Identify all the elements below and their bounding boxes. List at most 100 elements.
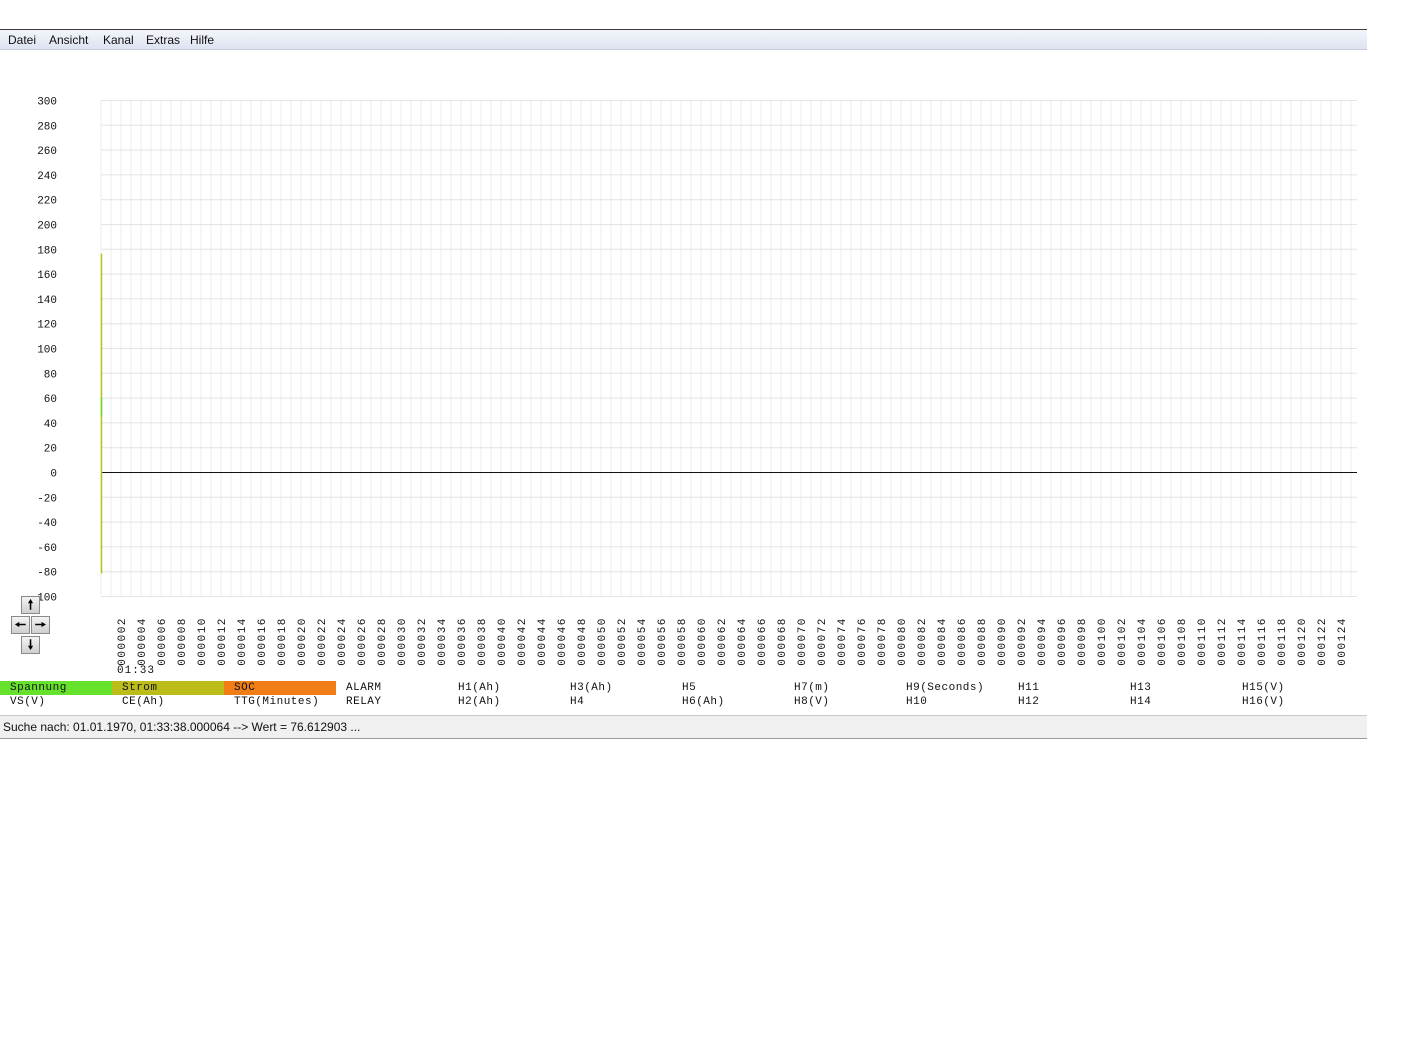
channel-item[interactable]: SOC xyxy=(224,681,336,695)
x-tick-label: 38.000010 xyxy=(197,617,209,669)
channel-item[interactable]: H6(Ah) xyxy=(672,695,784,709)
status-text: Suche nach: 01.01.1970, 01:33:38.000064 … xyxy=(3,720,361,734)
navigation-pad: 🠕 🠔 🠖 🠗 xyxy=(10,596,52,656)
arrow-down-icon[interactable]: 🠗 xyxy=(21,636,40,654)
x-tick-label: 38.000084 xyxy=(937,617,949,669)
x-tick-label: 38.000112 xyxy=(1217,617,1229,669)
channel-item[interactable]: Strom xyxy=(112,681,224,695)
menu-ansicht[interactable]: Ansicht xyxy=(49,33,88,47)
x-tick-label: 38.000064 xyxy=(737,617,749,669)
x-tick-label: 38.000046 xyxy=(557,617,569,669)
channel-item[interactable]: Spannung xyxy=(0,681,112,695)
x-tick-label: 38.000020 xyxy=(297,617,309,669)
y-tick-label: 300 xyxy=(37,97,57,109)
x-tick-label: 38.000054 xyxy=(637,617,649,669)
menu-datei[interactable]: Datei xyxy=(8,33,36,47)
channel-item[interactable]: H16(V) xyxy=(1232,695,1344,709)
x-tick-label: 38.000026 xyxy=(357,617,369,669)
channel-item[interactable]: H8(V) xyxy=(784,695,896,709)
channel-item[interactable]: RELAY xyxy=(336,695,448,709)
channel-item[interactable]: H13 xyxy=(1120,681,1232,695)
arrow-left-icon[interactable]: 🠔 xyxy=(11,616,30,634)
x-tick-label: 38.000122 xyxy=(1317,617,1329,669)
x-tick-label: 38.000056 xyxy=(657,617,669,669)
channel-item[interactable]: CE(Ah) xyxy=(112,695,224,709)
x-tick-label: 38.000008 xyxy=(177,617,189,669)
menu-hilfe[interactable]: Hilfe xyxy=(190,33,214,47)
x-tick-label: 38.000058 xyxy=(677,617,689,669)
channel-item[interactable]: H12 xyxy=(1008,695,1120,709)
x-tick-label: 38.000002 xyxy=(117,617,129,669)
x-tick-label: 38.000006 xyxy=(157,617,169,669)
y-tick-label: -80 xyxy=(37,568,57,580)
channel-item[interactable]: H3(Ah) xyxy=(560,681,672,695)
y-tick-label: 60 xyxy=(44,394,57,406)
channel-item[interactable]: H2(Ah) xyxy=(448,695,560,709)
menu-bar: Datei Ansicht Kanal Extras Hilfe xyxy=(0,30,1367,50)
y-tick-label: 20 xyxy=(44,444,57,456)
channel-item[interactable]: H11 xyxy=(1008,681,1120,695)
y-axis: 3002802602402202001801601401201008060402… xyxy=(31,97,57,605)
arrow-right-icon[interactable]: 🠖 xyxy=(31,616,50,634)
channel-item[interactable]: VS(V) xyxy=(0,695,112,709)
channel-item[interactable]: H5 xyxy=(672,681,784,695)
time-label: 01:33 xyxy=(117,665,156,677)
x-tick-label: 38.000014 xyxy=(237,617,249,669)
x-tick-label: 38.000076 xyxy=(857,617,869,669)
arrow-up-icon[interactable]: 🠕 xyxy=(21,596,40,614)
channel-item[interactable]: H1(Ah) xyxy=(448,681,560,695)
x-tick-label: 38.000038 xyxy=(477,617,489,669)
x-tick-label: 38.000052 xyxy=(617,617,629,669)
x-tick-label: 38.000024 xyxy=(337,617,349,669)
channel-item[interactable]: H15(V) xyxy=(1232,681,1344,695)
channel-item[interactable]: H4 xyxy=(560,695,672,709)
y-tick-label: 280 xyxy=(37,121,57,133)
x-tick-label: 38.000062 xyxy=(717,617,729,669)
x-tick-label: 38.000048 xyxy=(577,617,589,669)
x-tick-label: 38.000028 xyxy=(377,617,389,669)
x-tick-label: 38.000036 xyxy=(457,617,469,669)
x-tick-label: 38.000004 xyxy=(137,617,149,669)
x-tick-label: 38.000032 xyxy=(417,617,429,669)
y-tick-label: 120 xyxy=(37,320,57,332)
x-axis: 38.000002 38.000004 38.000006 38.000008 38.0… xyxy=(117,617,1349,669)
channel-item[interactable]: ALARM xyxy=(336,681,448,695)
x-tick-label: 38.000102 xyxy=(1117,617,1129,669)
channel-item[interactable]: H10 xyxy=(896,695,1008,709)
x-tick-label: 38.000088 xyxy=(977,617,989,669)
x-tick-label: 38.000120 xyxy=(1297,617,1309,669)
x-tick-label: 38.000100 xyxy=(1097,617,1109,669)
x-tick-label: 38.000124 xyxy=(1337,617,1349,669)
x-tick-label: 38.000016 xyxy=(257,617,269,669)
x-tick-label: 38.000092 xyxy=(1017,617,1029,669)
x-tick-label: 38.000108 xyxy=(1177,617,1189,669)
y-tick-label: 180 xyxy=(37,245,57,257)
chart-area[interactable]: 3002802602402202001801601401201008060402… xyxy=(0,49,1367,669)
y-tick-label: 140 xyxy=(37,295,57,307)
x-tick-label: 38.000018 xyxy=(277,617,289,669)
x-tick-label: 38.000086 xyxy=(957,617,969,669)
x-tick-label: 38.000090 xyxy=(997,617,1009,669)
menu-extras[interactable]: Extras xyxy=(146,33,180,47)
x-tick-label: 38.000022 xyxy=(317,617,329,669)
x-tick-label: 38.000104 xyxy=(1137,617,1149,669)
x-tick-label: 38.000040 xyxy=(497,617,509,669)
channel-item[interactable]: H9(Seconds) xyxy=(896,681,1008,695)
x-tick-label: 38.000080 xyxy=(897,617,909,669)
y-tick-label: -20 xyxy=(37,493,57,505)
x-tick-label: 38.000094 xyxy=(1037,617,1049,669)
menu-kanal[interactable]: Kanal xyxy=(103,33,134,47)
channel-legend: Spannung Strom SOC ALARM H1(Ah) H3(Ah) H5 H7(m)… xyxy=(0,680,1367,710)
channel-item[interactable]: TTG(Minutes) xyxy=(224,695,336,709)
x-tick-label: 38.000066 xyxy=(757,617,769,669)
x-tick-label: 38.000034 xyxy=(437,617,449,669)
channel-item[interactable]: H14 xyxy=(1120,695,1232,709)
x-tick-label: 38.000106 xyxy=(1157,617,1169,669)
y-tick-label: 0 xyxy=(50,469,57,481)
y-tick-label: -60 xyxy=(37,543,57,555)
channel-item[interactable]: H7(m) xyxy=(784,681,896,695)
x-tick-label: 38.000116 xyxy=(1257,617,1269,669)
y-tick-label: 40 xyxy=(44,419,57,431)
x-tick-label: 38.000098 xyxy=(1077,617,1089,669)
y-tick-label: -40 xyxy=(37,518,57,530)
